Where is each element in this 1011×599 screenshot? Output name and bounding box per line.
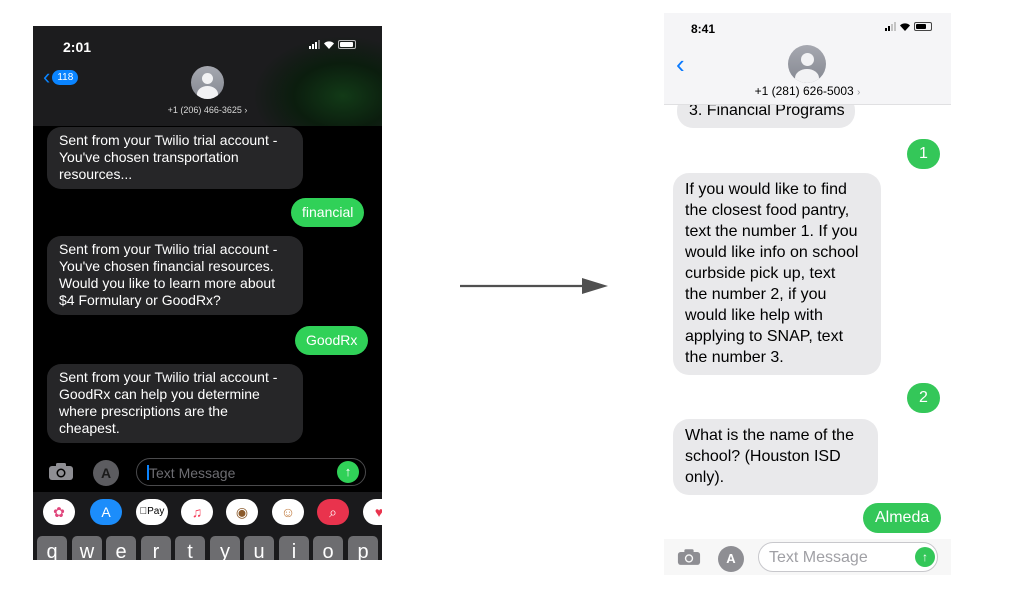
chevron-right-icon: ›	[857, 87, 861, 98]
image-search-icon[interactable]: ⌕	[317, 499, 349, 525]
imessage-app-tray: ✿ A Pay ♫ ◉ ☺ ⌕ ♥	[33, 492, 382, 532]
contact-avatar[interactable]	[191, 66, 224, 99]
incoming-message[interactable]: If you would like to find the closest fo…	[673, 173, 881, 375]
contact-number-text: +1 (281) 626-5003	[754, 84, 854, 98]
key-o[interactable]: o	[313, 536, 343, 560]
camera-icon[interactable]	[677, 549, 701, 566]
outgoing-message[interactable]: GoodRx	[295, 326, 369, 355]
incoming-message[interactable]: Sent from your Twilio trial account - Yo…	[47, 236, 303, 315]
compose-bar: A Text Message ↑	[664, 539, 951, 575]
message-input-placeholder: Text Message	[149, 465, 236, 481]
left-phone-screenshot: 2:01 ‹ 118 +1 (206) 466-3625 › Sent from…	[33, 26, 382, 560]
contact-number[interactable]: +1 (281) 626-5003 ›	[664, 84, 951, 98]
outgoing-message[interactable]: financial	[291, 198, 365, 227]
incoming-message[interactable]: Sent from your Twilio trial account - Go…	[47, 364, 303, 443]
heart-sticker-icon[interactable]: ♥	[363, 499, 382, 525]
camera-icon[interactable]	[48, 463, 74, 481]
signal-icon	[309, 40, 320, 49]
outgoing-message[interactable]: 1	[907, 139, 940, 169]
key-y[interactable]: y	[210, 536, 240, 560]
send-arrow-icon[interactable]: ↑	[337, 461, 359, 483]
send-arrow-icon[interactable]: ↑	[915, 547, 935, 567]
key-e[interactable]: e	[106, 536, 136, 560]
music-icon[interactable]: ♫	[181, 499, 213, 525]
keyboard: q w e r t y u i o p	[33, 532, 382, 560]
wifi-icon	[324, 41, 334, 49]
key-w[interactable]: w	[72, 536, 102, 560]
key-i[interactable]: i	[279, 536, 309, 560]
message-input[interactable]: Text Message ↑	[758, 542, 938, 572]
conversation-header: 8:41 ‹ +1 (281) 626-5003 ›	[664, 13, 951, 105]
back-button[interactable]: ‹ 118	[43, 64, 79, 89]
wifi-icon	[900, 23, 910, 31]
signal-icon	[885, 22, 896, 31]
back-button[interactable]: ‹	[676, 51, 685, 77]
incoming-message[interactable]: Sent from your Twilio trial account - Yo…	[47, 127, 303, 189]
key-r[interactable]: r	[141, 536, 171, 560]
status-icons	[309, 40, 356, 49]
memoji-icon[interactable]: ☺	[272, 499, 304, 525]
apple-pay-icon[interactable]: Pay	[136, 499, 168, 525]
status-time: 8:41	[691, 22, 716, 36]
contact-number[interactable]: +1 (206) 466-3625 ›	[33, 105, 382, 115]
status-icons	[885, 22, 932, 31]
chevron-left-icon: ‹	[43, 64, 51, 89]
key-t[interactable]: t	[175, 536, 205, 560]
app-store-icon[interactable]: A	[93, 460, 119, 486]
monkey-memoji-icon[interactable]: ◉	[226, 499, 258, 525]
message-input[interactable]: Text Message	[136, 458, 366, 486]
outgoing-message[interactable]: 2	[907, 383, 940, 413]
battery-icon	[914, 22, 932, 31]
key-u[interactable]: u	[244, 536, 274, 560]
outgoing-message[interactable]: Almeda	[863, 503, 942, 533]
conversation-header: 2:01 ‹ 118 +1 (206) 466-3625 ›	[33, 26, 382, 126]
contact-avatar[interactable]	[788, 45, 826, 83]
transition-arrow-icon	[460, 278, 608, 294]
app-store-icon[interactable]: A	[718, 546, 744, 572]
unread-count-badge: 118	[52, 69, 79, 85]
key-q[interactable]: q	[37, 536, 67, 560]
photos-icon[interactable]: ✿	[43, 499, 75, 525]
incoming-message[interactable]: What is the name of the school? (Houston…	[673, 419, 878, 495]
message-input-placeholder: Text Message	[769, 549, 868, 566]
status-time: 2:01	[63, 39, 92, 55]
battery-icon	[338, 40, 356, 49]
key-p[interactable]: p	[348, 536, 378, 560]
right-phone-screenshot: 8:41 ‹ +1 (281) 626-5003 › 3. Financial …	[664, 13, 951, 575]
app-store-icon[interactable]: A	[90, 499, 122, 525]
